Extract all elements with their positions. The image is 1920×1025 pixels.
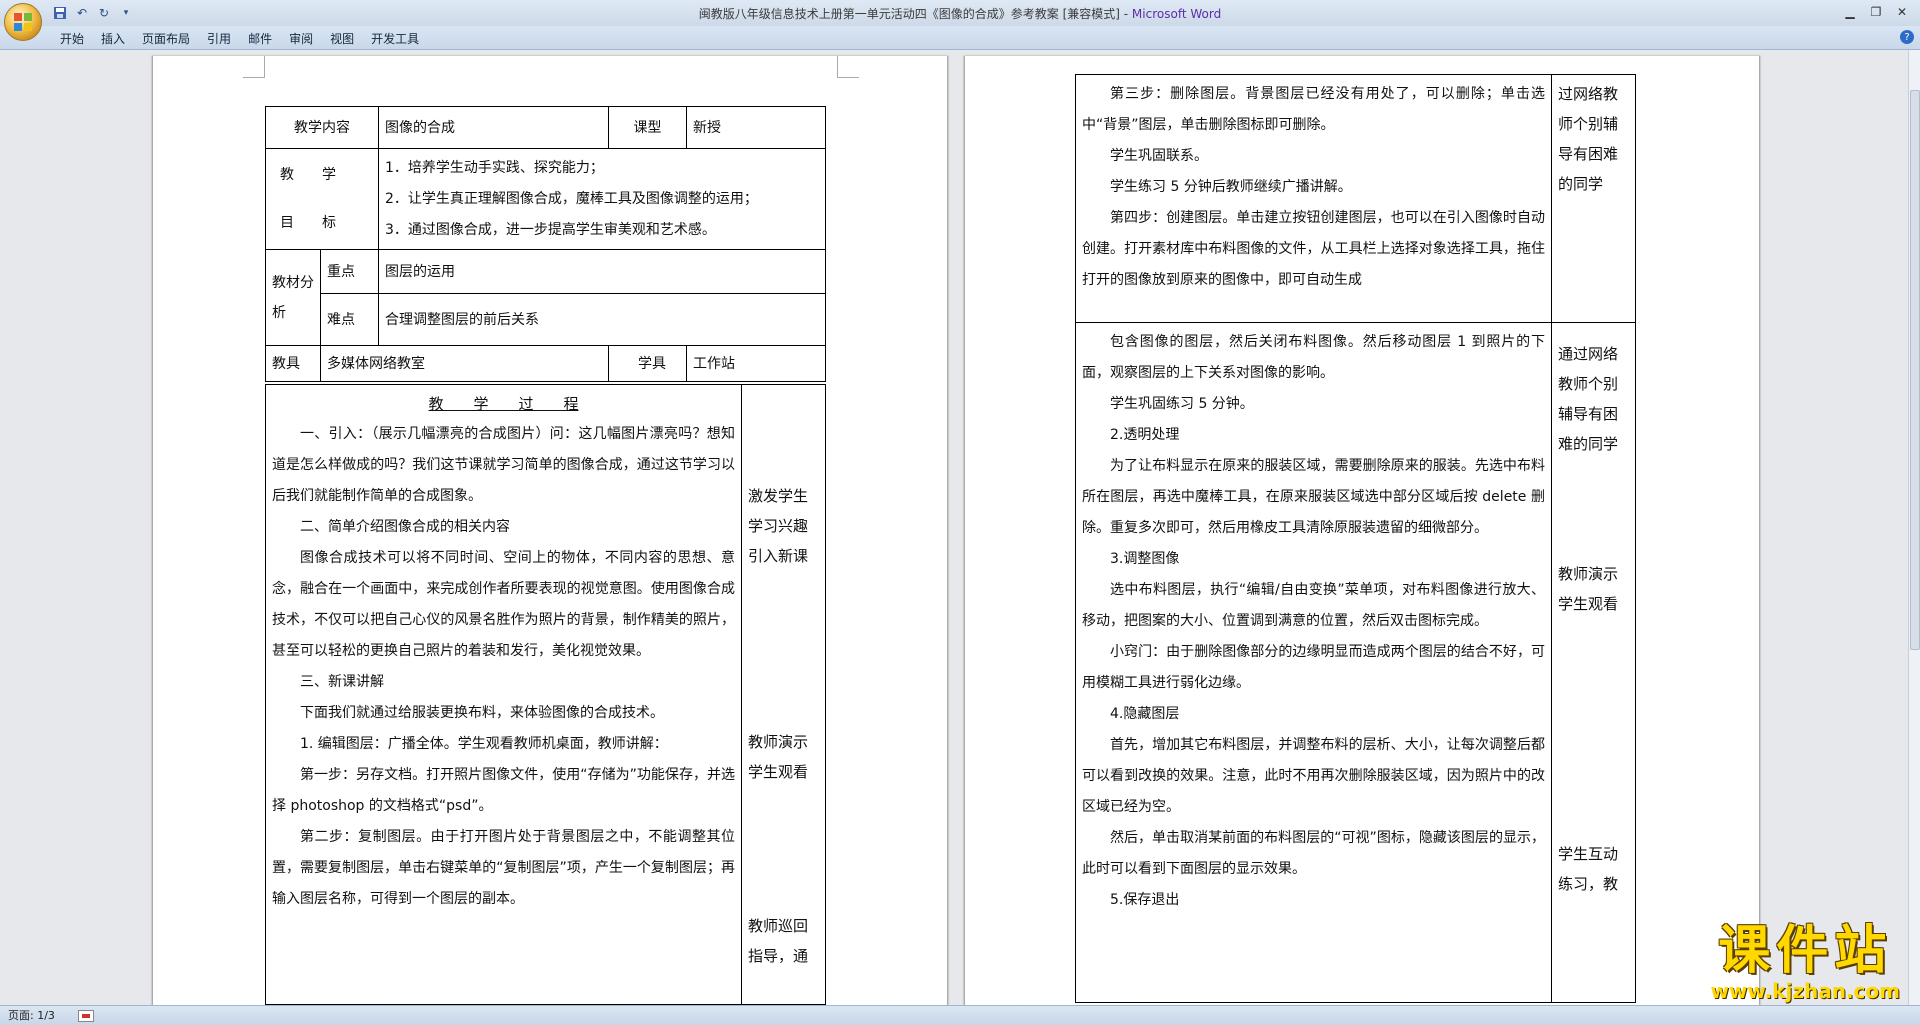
side-note: 教师演示学生观看 <box>748 733 809 781</box>
paragraph: 3.调整图像 <box>1110 551 1180 567</box>
block1-cell: 第三步：删除图层。背景图层已经没有用处了，可以删除；单击选中“背景”图层，单击删… <box>1075 74 1552 323</box>
paragraph: 二、简单介绍图像合成的相关内容 <box>300 519 510 535</box>
paragraph: 第四步：创建图层。单击建立按钮创建图层，也可以在引入图像时自动创建。打开素材库中… <box>1082 210 1545 288</box>
office-logo-icon <box>14 13 32 31</box>
paragraph: 2.透明处理 <box>1110 427 1180 443</box>
tab-mailings[interactable]: 邮件 <box>248 30 289 48</box>
block1-note: 过网络教师个别辅导有困难的同学 <box>1551 74 1636 323</box>
difficulty-label: 难点 <box>320 293 379 346</box>
goal-label-1: 教 学 <box>280 167 336 183</box>
lesson-type-label: 课型 <box>608 106 687 149</box>
ribbon-tabs: 开始 插入 页面布局 引用 邮件 审阅 视图 开发工具 <box>60 30 436 48</box>
key-point-label: 重点 <box>320 249 379 294</box>
watermark-url: www.kjzhan.com <box>1710 979 1900 1003</box>
office-button[interactable] <box>4 3 42 41</box>
document-page-2: 第三步：删除图层。背景图层已经没有用处了，可以删除；单击选中“背景”图层，单击删… <box>964 56 1760 1005</box>
proofing-icon[interactable] <box>78 1010 95 1022</box>
tab-insert[interactable]: 插入 <box>101 30 142 48</box>
title-bar: ↶ ↻ ▾ 闽教版八年级信息技术上册第一单元活动四《图像的合成》参考教案 [兼容… <box>0 0 1920 26</box>
paragraph: 包含图像的图层，然后关闭布料图像。然后移动图层 1 到照片的下面，观察图层的上下… <box>1082 334 1545 381</box>
goal-label-2: 目 标 <box>280 215 336 231</box>
paragraph: 小窍门：由于删除图像部分的边缘明显而造成两个图层的结合不好，可用模糊工具进行弱化… <box>1082 644 1545 691</box>
tab-references[interactable]: 引用 <box>207 30 248 48</box>
tools-value: 多媒体网络教室 <box>320 345 609 382</box>
document-page-1: 教学内容 图像的合成 课型 新授 教 学 目 标 1．培养学生动手实践、探究能力… <box>152 56 948 1005</box>
side-note: 学生互动练习，教 <box>1558 845 1619 893</box>
paragraph: 学生巩固联系。 <box>1110 148 1208 164</box>
goal-item: 1．培养学生动手实践、探究能力； <box>385 159 604 176</box>
paragraph: 第二步：复制图层。由于打开图片处于背景图层之中，不能调整其位置，需要复制图层，单… <box>272 829 735 907</box>
side-note: 激发学生学习兴趣引入新课 <box>748 487 809 565</box>
window-title: 闽教版八年级信息技术上册第一单元活动四《图像的合成》参考教案 [兼容模式] - … <box>0 5 1920 22</box>
tab-view[interactable]: 视图 <box>330 30 371 48</box>
side-note: 教师巡回指导，通 <box>748 917 809 965</box>
goal-item: 3．通过图像合成，进一步提高学生审美观和艺术感。 <box>385 221 716 238</box>
watermark-text: 课件站 <box>1718 921 1893 981</box>
watermark-logo: 课件站 www.kjzhan.com <box>1710 923 1900 1003</box>
paragraph: 第三步：删除图层。背景图层已经没有用处了，可以删除；单击选中“背景”图层，单击删… <box>1082 86 1545 133</box>
tab-page-layout[interactable]: 页面布局 <box>142 30 207 48</box>
help-icon[interactable]: ? <box>1900 30 1914 44</box>
app-name: Microsoft Word <box>1131 7 1222 21</box>
vertical-scrollbar[interactable] <box>1908 50 1920 1005</box>
tools-label: 教具 <box>265 345 321 382</box>
paragraph: 学生练习 5 分钟后教师继续广播讲解。 <box>1110 179 1352 195</box>
process-cell: 教 学 过 程 一、引入：（展示几幅漂亮的合成图片）问：这几幅图片漂亮吗？想知道… <box>265 384 742 1005</box>
paragraph: 然后，单击取消某前面的布料图层的“可视”图标，隐藏该图层的显示，此时可以看到下面… <box>1082 830 1545 877</box>
process-continued-table: 第三步：删除图层。背景图层已经没有用处了，可以删除；单击选中“背景”图层，单击删… <box>1075 74 1636 1003</box>
paragraph: 首先，增加其它布料图层，并调整布料的层析、大小，让每次调整后都可以看到改换的效果… <box>1082 737 1545 815</box>
analysis-label: 教材分析 <box>265 249 321 346</box>
tab-review[interactable]: 审阅 <box>289 30 330 48</box>
paragraph: 一、引入：（展示几幅漂亮的合成图片）问：这几幅图片漂亮吗？想知道是怎么样做成的吗… <box>272 426 735 504</box>
notes-cell: 激发学生学习兴趣引入新课 教师演示学生观看 教师巡回指导，通 <box>741 384 826 1005</box>
ribbon: 开始 插入 页面布局 引用 邮件 审阅 视图 开发工具 ? <box>0 26 1920 50</box>
crop-mark <box>243 56 265 78</box>
paragraph: 图像合成技术可以将不同时间、空间上的物体，不同内容的思想、意念，融合在一个画面中… <box>272 550 735 659</box>
lesson-info-table: 教学内容 图像的合成 课型 新授 教 学 目 标 1．培养学生动手实践、探究能力… <box>265 106 826 382</box>
minimize-icon[interactable]: ▁ <box>1838 3 1862 21</box>
side-note: 教师演示学生观看 <box>1558 565 1619 613</box>
key-point-value: 图层的运用 <box>378 249 826 294</box>
process-title: 教 学 过 程 <box>428 395 579 413</box>
paragraph: 4.隐藏图层 <box>1110 706 1180 722</box>
paragraph: 1. 编辑图层：广播全体。学生观看教师机桌面，教师讲解： <box>300 736 668 752</box>
paragraph: 选中布料图层，执行“编辑/自由变换”菜单项，对布料图像进行放大、移动，把图案的大… <box>1082 582 1545 629</box>
tab-developer[interactable]: 开发工具 <box>371 30 436 48</box>
paragraph: 第一步：另存文档。打开照片图像文件，使用“存储为”功能保存，并选择 photos… <box>272 767 735 814</box>
goals-cell: 1．培养学生动手实践、探究能力； 2．让学生真正理解图像合成，魔棒工具及图像调整… <box>378 148 826 250</box>
student-tools-value: 工作站 <box>686 345 826 382</box>
paragraph: 为了让布料显示在原来的服装区域，需要删除原来的服装。先选中布料所在图层，再选中魔… <box>1082 458 1545 536</box>
paragraph: 学生巩固练习 5 分钟。 <box>1110 396 1254 412</box>
document-title: 闽教版八年级信息技术上册第一单元活动四《图像的合成》参考教案 [兼容模式] - <box>698 7 1132 21</box>
content-value: 图像的合成 <box>378 106 609 149</box>
scrollbar-thumb[interactable] <box>1910 90 1920 650</box>
paragraph: 下面我们就通过给服装更换布料，来体验图像的合成技术。 <box>300 705 664 721</box>
tab-home[interactable]: 开始 <box>60 30 101 48</box>
close-icon[interactable]: ✕ <box>1890 3 1914 21</box>
goal-item: 2．让学生真正理解图像合成，魔棒工具及图像调整的运用； <box>385 190 758 207</box>
window-controls: ▁ ❐ ✕ <box>1838 3 1914 21</box>
document-workspace: 教学内容 图像的合成 课型 新授 教 学 目 标 1．培养学生动手实践、探究能力… <box>0 50 1908 1005</box>
student-tools-label: 学具 <box>608 345 687 382</box>
difficulty-value: 合理调整图层的前后关系 <box>378 293 826 346</box>
page-indicator[interactable]: 页面: 1/3 <box>8 1009 55 1022</box>
status-bar: 页面: 1/3 <box>0 1005 1920 1025</box>
paragraph: 三、新课讲解 <box>300 674 384 690</box>
lesson-type-value: 新授 <box>686 106 826 149</box>
paragraph: 5.保存退出 <box>1110 892 1180 908</box>
block2-cell: 包含图像的图层，然后关闭布料图像。然后移动图层 1 到照片的下面，观察图层的上下… <box>1075 322 1552 1003</box>
teaching-process-table: 教 学 过 程 一、引入：（展示几幅漂亮的合成图片）问：这几幅图片漂亮吗？想知道… <box>265 384 826 1005</box>
side-note: 通过网络教师个别辅导有困难的同学 <box>1558 345 1619 453</box>
maximize-icon[interactable]: ❐ <box>1864 3 1888 21</box>
crop-mark <box>837 56 859 78</box>
block2-notes: 通过网络教师个别辅导有困难的同学 教师演示学生观看 学生互动练习，教 <box>1551 322 1636 1003</box>
content-label: 教学内容 <box>265 106 379 149</box>
